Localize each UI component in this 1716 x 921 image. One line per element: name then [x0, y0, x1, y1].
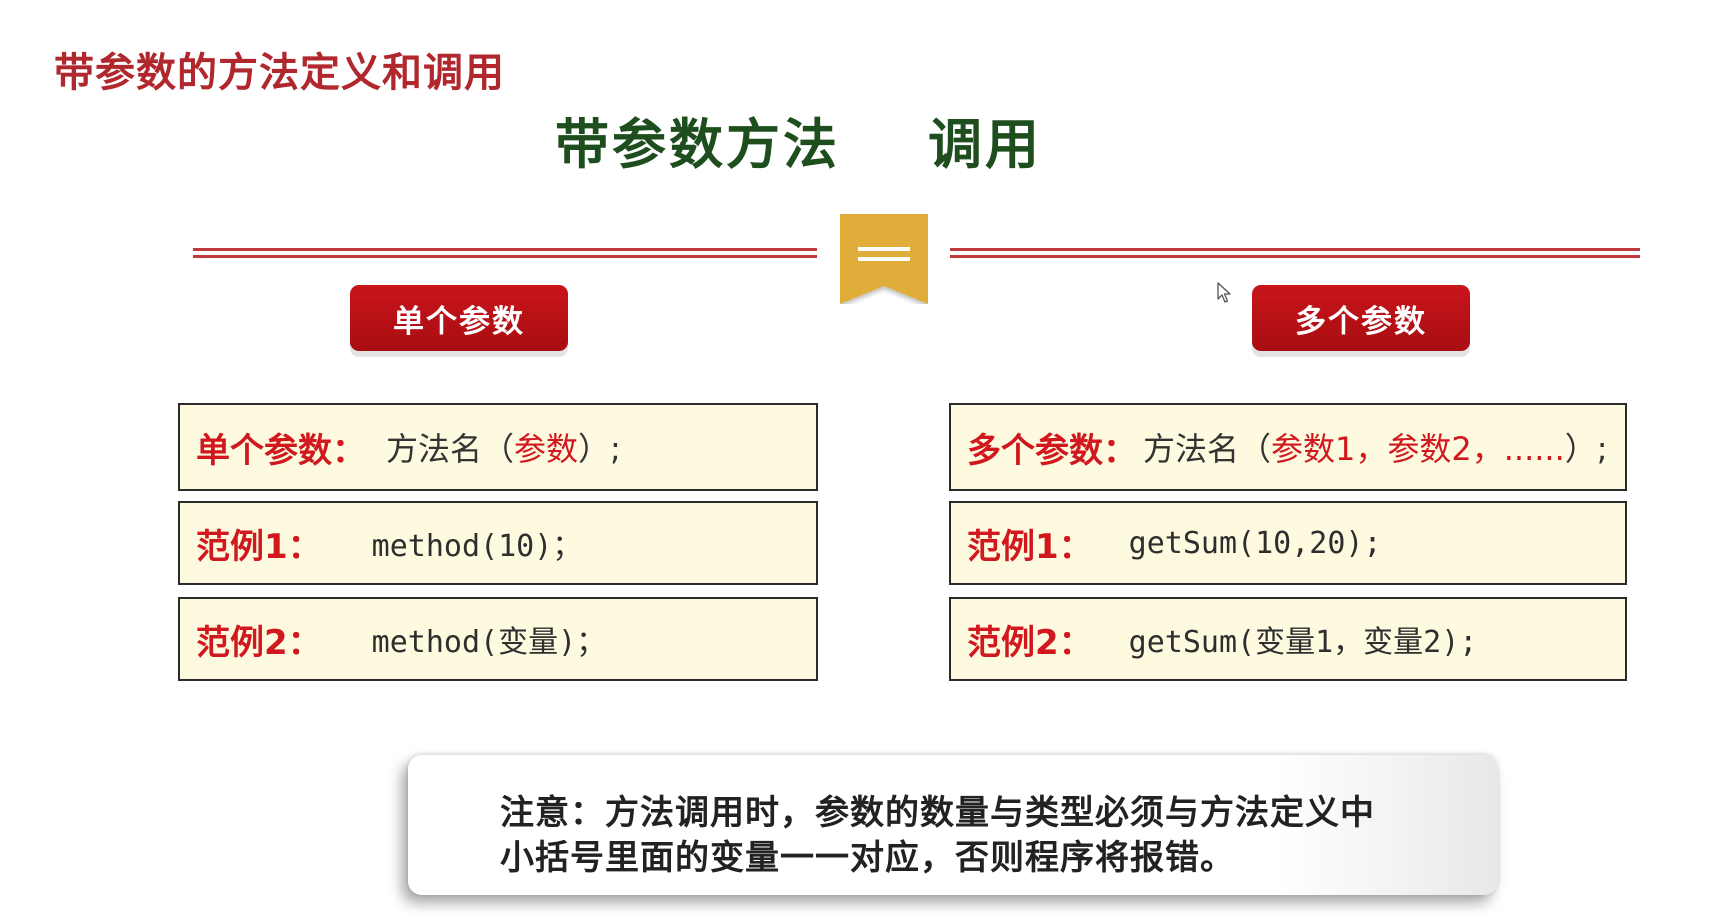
example1-code: getSum(10,20);	[1128, 525, 1382, 561]
note-line-1: 注意：方法调用时，参数的数量与类型必须与方法定义中	[500, 793, 1375, 833]
main-title-right: 调用	[928, 113, 1042, 176]
single-param-format-box: 单个参数： 方法名（ 参数 ）;	[178, 403, 818, 491]
multi-param-example1-box: 范例1： getSum(10,20);	[949, 501, 1627, 585]
format-end: ）;	[1564, 430, 1608, 468]
example1-label: 范例1：	[967, 526, 1093, 567]
format-end: ）;	[578, 430, 621, 468]
format-label: 单个参数：	[196, 430, 366, 471]
format-text: 方法名（	[386, 430, 515, 468]
example1-code: method(10)；	[371, 529, 583, 564]
example2-label: 范例2：	[967, 622, 1093, 663]
divider-left	[193, 248, 817, 258]
format-label: 多个参数：	[967, 430, 1137, 471]
format-param: 参数1，参数2，......	[1271, 430, 1565, 468]
multi-param-example2-box: 范例2： getSum(变量1，变量2);	[949, 597, 1627, 681]
bookmark-ribbon-icon	[840, 214, 928, 304]
main-title-left: 带参数方法	[555, 113, 840, 176]
note-line-2: 小括号里面的变量一一对应，否则程序将报错。	[500, 838, 1235, 878]
page-heading: 带参数的方法定义和调用	[54, 50, 505, 96]
divider-right	[950, 248, 1640, 258]
multi-param-pill: 多个参数	[1252, 285, 1470, 351]
single-param-example2-box: 范例2： method(变量)；	[178, 597, 818, 681]
single-param-example1-box: 范例1： method(10)；	[178, 501, 818, 585]
mouse-pointer-icon	[1217, 282, 1231, 303]
example2-code: getSum(变量1，变量2);	[1128, 625, 1478, 660]
format-text: 方法名（	[1143, 430, 1272, 468]
format-param: 参数	[514, 430, 579, 468]
single-param-pill: 单个参数	[350, 285, 568, 351]
example2-label: 范例2：	[196, 622, 322, 663]
multi-param-format-box: 多个参数： 方法名（ 参数1，参数2，...... ）;	[949, 403, 1627, 491]
example2-code: method(变量)；	[371, 625, 607, 660]
example1-label: 范例1：	[196, 526, 322, 567]
